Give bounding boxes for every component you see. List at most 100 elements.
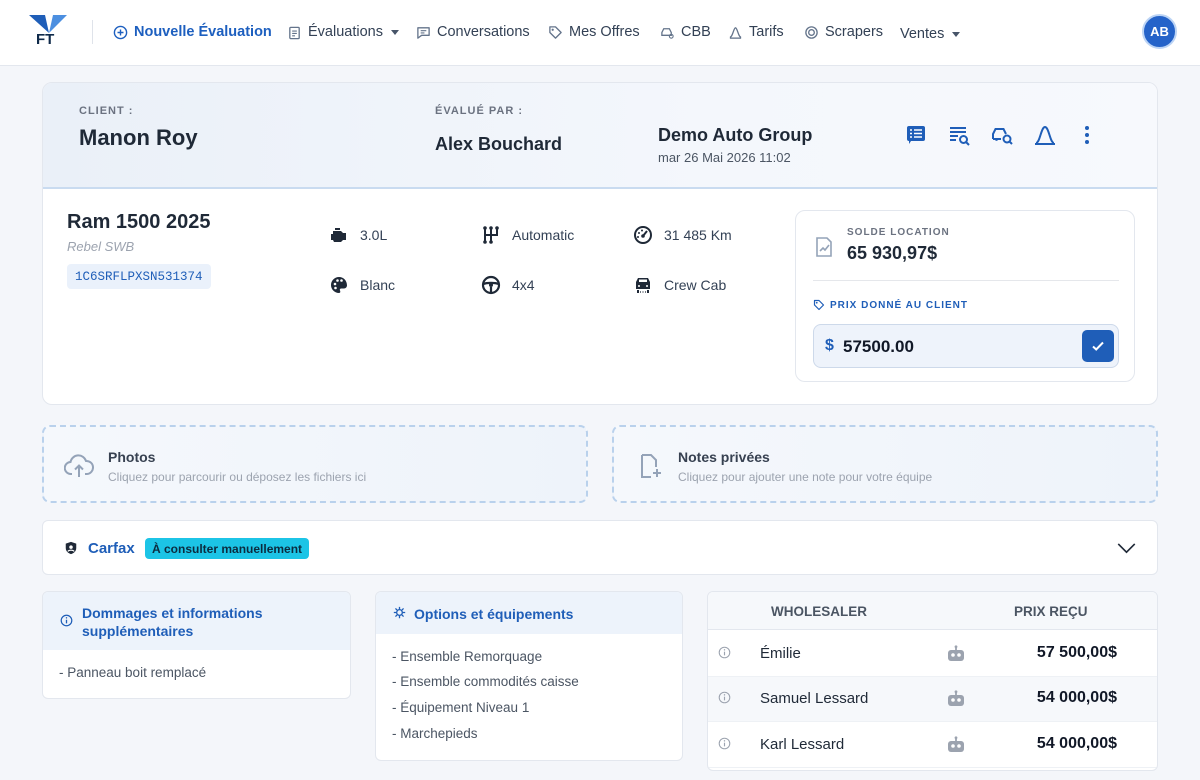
document-chart-icon	[816, 237, 832, 257]
tag-icon	[813, 299, 825, 311]
list-item: - Équipement Niveau 1	[392, 700, 530, 715]
client-price-input[interactable]: $ 57500.00	[813, 324, 1119, 368]
nav-conversations[interactable]: Conversations	[416, 22, 530, 42]
list-item: - Panneau boit remplacé	[59, 665, 207, 680]
damages-title-2: supplémentaires	[82, 623, 194, 639]
nav-tarifs[interactable]: Tarifs	[728, 22, 784, 42]
nav-divider	[92, 20, 93, 44]
vehicle-title: Ram 1500 2025	[67, 211, 211, 233]
carfax-title: Carfax	[88, 540, 135, 557]
nav-scrapers-label: Scrapers	[825, 24, 884, 40]
info-circle-icon	[60, 614, 73, 627]
nav-conversations-label: Conversations	[437, 24, 530, 40]
currency-symbol: $	[825, 337, 834, 354]
nav-scrapers[interactable]: Scrapers	[804, 22, 883, 42]
carfax-accordion[interactable]: Carfax À consulter manuellement	[42, 520, 1158, 575]
table-header: WHOLESALER PRIX REÇU	[708, 592, 1157, 630]
dealer-name: Demo Auto Group	[658, 125, 813, 145]
car-search-icon[interactable]	[990, 123, 1014, 147]
file-add-icon	[641, 454, 661, 478]
table-row[interactable]: Karl Lessard 54 000,00$	[708, 723, 1157, 768]
nav-offers[interactable]: Mes Offres	[548, 22, 640, 42]
wholesaler-name: Émilie	[760, 645, 801, 662]
cab-value: Crew Cab	[664, 277, 727, 293]
col-price: PRIX REÇU	[1014, 604, 1088, 619]
bell-curve-icon[interactable]	[1033, 123, 1057, 147]
info-circle-icon[interactable]	[718, 691, 731, 704]
chevron-down-icon	[952, 31, 961, 37]
options-panel: Options et équipements - Ensemble Remorq…	[375, 591, 683, 761]
engine-value: 3.0L	[360, 227, 388, 243]
nav-cbb[interactable]: CBB	[660, 22, 711, 42]
svg-text:FT: FT	[36, 31, 54, 48]
col-wholesaler: WHOLESALER	[771, 604, 867, 619]
logo[interactable]: FT	[29, 15, 69, 49]
spec-color: Blanc	[329, 275, 395, 295]
confirm-price-button[interactable]	[1082, 330, 1114, 362]
robot-icon	[948, 690, 964, 706]
user-avatar[interactable]: AB	[1142, 14, 1177, 49]
more-vertical-icon[interactable]	[1075, 123, 1099, 147]
wholesaler-name: Karl Lessard	[760, 736, 845, 753]
wholesaler-name: Samuel Lessard	[760, 690, 869, 707]
gear-icon	[393, 606, 406, 619]
vehicle-trim: Rebel SWB	[67, 239, 135, 254]
shield-user-icon	[65, 541, 77, 555]
damages-header: Dommages et informations supplémentaires	[43, 592, 350, 650]
divider	[813, 280, 1119, 281]
wholesaler-price: 54 000,00$	[1036, 689, 1117, 706]
client-name: Manon Roy	[79, 125, 198, 150]
chevron-down-icon[interactable]	[1117, 543, 1136, 554]
spec-mileage: 31 485 Km	[633, 225, 732, 245]
notes-title: Notes privées	[678, 449, 770, 465]
damages-title-1: Dommages et informations	[82, 605, 263, 621]
clipboard-icon	[289, 26, 300, 39]
options-header: Options et équipements	[376, 592, 682, 634]
spec-cab: Crew Cab	[633, 275, 726, 295]
spec-drivetrain: 4x4	[481, 275, 535, 295]
list-icon[interactable]	[904, 123, 928, 147]
palette-icon	[331, 277, 347, 293]
list-item: - Ensemble commodités caisse	[392, 674, 579, 689]
evaluation-card: CLIENT : Manon Roy ÉVALUÉ PAR : Alex Bou…	[42, 82, 1158, 405]
notes-dropzone[interactable]: Notes privées Cliquez pour ajouter une n…	[612, 425, 1158, 503]
info-circle-icon[interactable]	[718, 646, 731, 659]
nav-evaluations[interactable]: Évaluations	[287, 22, 399, 42]
carfax-status-badge: À consulter manuellement	[145, 538, 310, 559]
cloud-upload-icon	[64, 454, 94, 477]
wholesaler-table: WHOLESALER PRIX REÇU Émilie 57 500,00$ S…	[707, 591, 1158, 771]
spec-engine: 3.0L	[329, 225, 387, 245]
photos-title: Photos	[108, 449, 156, 465]
nav-offers-label: Mes Offres	[569, 24, 640, 40]
evaluation-date: mar 26 Mai 2026 11:02	[658, 150, 791, 165]
nav-cbb-label: CBB	[681, 24, 711, 40]
vin-badge[interactable]: 1C6SRFLPXSN531374	[67, 264, 211, 289]
car-search-icon	[661, 27, 674, 39]
table-row[interactable]: Émilie 57 500,00$	[708, 632, 1157, 677]
chevron-down-icon	[390, 29, 399, 35]
table-row[interactable]: Samuel Lessard 54 000,00$	[708, 677, 1157, 722]
nav-ventes[interactable]: Ventes	[900, 24, 961, 44]
robot-icon	[948, 645, 964, 661]
evaluation-header: CLIENT : Manon Roy ÉVALUÉ PAR : Alex Bou…	[43, 83, 1157, 189]
nav-new-evaluation[interactable]: Nouvelle Évaluation	[113, 22, 272, 42]
nav-new-evaluation-label: Nouvelle Évaluation	[134, 24, 272, 40]
nav-ventes-label: Ventes	[900, 26, 945, 42]
message-icon	[417, 26, 430, 39]
client-price-value: 57500.00	[843, 337, 914, 356]
photos-subtitle: Cliquez pour parcourir ou déposez les fi…	[108, 470, 367, 484]
photos-dropzone[interactable]: Photos Cliquez pour parcourir ou déposez…	[42, 425, 588, 503]
mileage-value: 31 485 Km	[664, 227, 732, 243]
notes-subtitle: Cliquez pour ajouter une note pour votre…	[678, 470, 933, 484]
lease-label: SOLDE LOCATION	[847, 227, 950, 238]
evaluator-label: ÉVALUÉ PAR :	[435, 105, 523, 117]
steering-wheel-icon	[481, 275, 501, 295]
nav-evaluations-label: Évaluations	[308, 24, 383, 40]
chart-curve-icon	[729, 26, 742, 39]
list-item: - Ensemble Remorquage	[392, 649, 543, 664]
info-circle-icon[interactable]	[718, 737, 731, 750]
spec-transmission: Automatic	[481, 225, 574, 245]
list-search-icon[interactable]	[947, 123, 971, 147]
engine-icon	[331, 228, 346, 242]
speedometer-icon	[634, 226, 652, 244]
